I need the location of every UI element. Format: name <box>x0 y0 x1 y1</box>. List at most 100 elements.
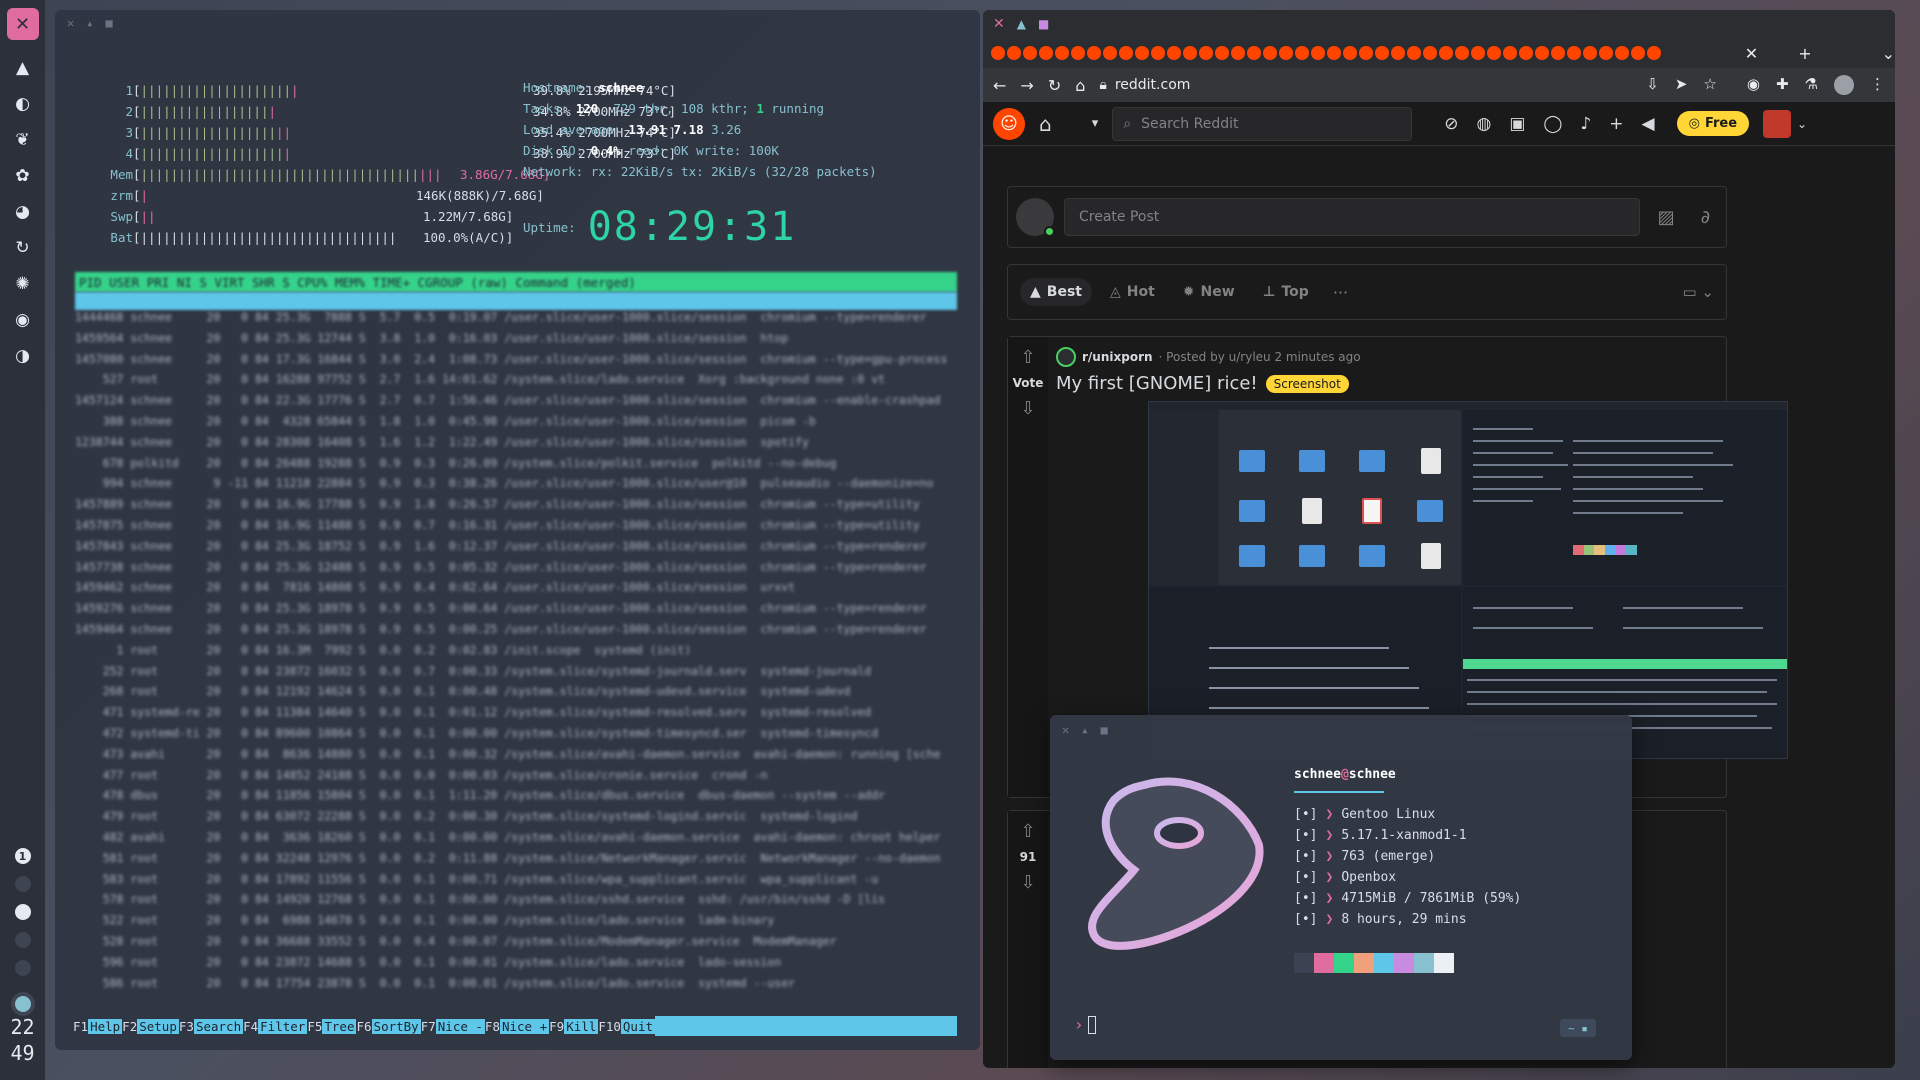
reddit-tab-icon[interactable] <box>1119 46 1133 60</box>
pin-icon[interactable]: ▴ <box>1081 723 1088 737</box>
process-row[interactable]: 1459464 schnee 20 0 84 25.3G 18978 S 0.9… <box>75 622 957 643</box>
reddit-tab-icon[interactable] <box>1023 46 1037 60</box>
subreddit-link[interactable]: r/unixporn <box>1082 350 1153 364</box>
install-icon[interactable]: ⇩ <box>1646 75 1659 95</box>
reddit-tab-icon[interactable] <box>1103 46 1117 60</box>
user-menu[interactable]: ⌄ <box>1763 109 1807 138</box>
process-row[interactable]: 583 root 20 0 84 17892 11556 S 0.0 0.1 0… <box>75 872 957 893</box>
eye-icon[interactable]: ◉ <box>1747 75 1760 95</box>
reddit-tab-icon[interactable] <box>1295 46 1309 60</box>
reddit-tab-icon[interactable] <box>991 46 1005 60</box>
fkey-f10[interactable]: F10 <box>598 1019 621 1034</box>
reddit-tab-icon[interactable] <box>1359 46 1373 60</box>
process-row[interactable]: 471 systemd-re 20 0 84 11384 14640 S 0.0… <box>75 705 957 726</box>
process-row[interactable]: 473 avahi 20 0 84 8636 14880 S 0.0 0.1 0… <box>75 747 957 768</box>
tab-menu-chevron-icon[interactable]: ⌄ <box>1882 44 1895 63</box>
tab-close-icon[interactable]: ✕ <box>1745 44 1758 63</box>
audio-icon[interactable]: ◑ <box>10 343 36 369</box>
reddit-tab-icon[interactable] <box>1567 46 1581 60</box>
process-row[interactable]: 1459462 schnee 20 0 84 7816 14808 S 0.9 … <box>75 580 957 601</box>
fkey-f5[interactable]: F5 <box>307 1019 322 1034</box>
process-row[interactable]: 472 systemd-ti 20 0 84 89600 10864 S 0.0… <box>75 726 957 747</box>
reddit-tab-icon[interactable] <box>1167 46 1181 60</box>
forward-icon[interactable]: → <box>1020 76 1033 95</box>
process-row[interactable]: 1 root 20 0 84 16.3M 7992 S 0.0 0.2 0:02… <box>75 643 957 664</box>
image-upload-icon[interactable]: ▨ <box>1658 207 1675 228</box>
fkey-label[interactable]: Setup <box>137 1018 179 1034</box>
fkey-label[interactable]: Filter <box>258 1018 308 1034</box>
reddit-tab-icon[interactable] <box>1343 46 1357 60</box>
post-title[interactable]: My first [GNOME] rice! Screenshot <box>1056 373 1349 394</box>
leaf-icon[interactable]: ❦ <box>10 127 36 153</box>
link-icon[interactable]: ∂ <box>1701 207 1710 228</box>
fkey-f3[interactable]: F3 <box>179 1019 194 1034</box>
fkey-label[interactable]: Tree <box>322 1018 357 1034</box>
reddit-tab-icon[interactable] <box>1503 46 1517 60</box>
process-row[interactable]: 581 root 20 0 84 32248 12976 S 0.0 0.2 0… <box>75 851 957 872</box>
new-tab-icon[interactable]: + <box>1798 44 1811 63</box>
launcher-logo-icon[interactable]: ✕ <box>6 8 39 40</box>
process-row[interactable]: 479 root 20 0 84 63072 22288 S 0.0 0.2 0… <box>75 809 957 830</box>
process-row[interactable]: 1444468 schnee 20 0 84 25.3G 7888 S 5.7 … <box>75 310 957 331</box>
process-row[interactable]: 1457889 schnee 20 0 84 16.9G 17788 S 0.9… <box>75 497 957 518</box>
post-flair[interactable]: Screenshot <box>1265 374 1349 393</box>
reddit-tab-icon[interactable] <box>1327 46 1341 60</box>
process-list[interactable]: 1444468 schnee 20 0 84 25.3G 7888 S 5.7 … <box>75 310 957 996</box>
workspace-3[interactable] <box>14 904 31 920</box>
lotus-icon[interactable]: ✿ <box>10 163 36 189</box>
create-plus-icon[interactable]: + <box>1609 114 1623 134</box>
fkey-f4[interactable]: F4 <box>243 1019 258 1034</box>
workspace-2[interactable] <box>14 876 31 892</box>
close-icon[interactable]: ✕ <box>993 16 1005 32</box>
process-row[interactable]: 528 root 20 0 84 36688 33552 S 0.0 0.4 0… <box>75 934 957 955</box>
profile-avatar[interactable] <box>1834 75 1854 95</box>
process-row[interactable]: 477 root 20 0 84 14852 24188 S 0.0 0.0 0… <box>75 768 957 789</box>
home-icon[interactable]: ⌂ <box>1039 112 1052 136</box>
maximize-icon[interactable]: ■ <box>1038 17 1049 31</box>
reddit-tab-icon[interactable] <box>1535 46 1549 60</box>
process-row[interactable]: 678 polkitd 20 0 84 26488 19288 S 0.9 0.… <box>75 456 957 477</box>
upvote-icon[interactable]: ⇧ <box>1020 347 1035 368</box>
reddit-tab-icon[interactable] <box>1647 46 1661 60</box>
reddit-tab-icon[interactable] <box>1391 46 1405 60</box>
workspace-5[interactable] <box>14 960 31 976</box>
user-avatar[interactable] <box>1016 198 1055 237</box>
process-row[interactable]: 252 root 20 0 84 23872 16032 S 0.0 0.7 0… <box>75 664 957 685</box>
reddit-tab-icon[interactable] <box>1039 46 1053 60</box>
reddit-tab-icon[interactable] <box>1519 46 1533 60</box>
fkey-label[interactable]: Help <box>88 1018 123 1034</box>
close-icon[interactable]: ✕ <box>67 16 74 30</box>
reddit-tab-icon[interactable] <box>1279 46 1293 60</box>
fkey-f9[interactable]: F9 <box>549 1019 564 1034</box>
process-row[interactable]: 1459276 schnee 20 0 84 25.3G 18978 S 0.9… <box>75 601 957 622</box>
popular-icon[interactable]: ⊘ <box>1444 114 1458 134</box>
bookmark-star-icon[interactable]: ☆ <box>1703 75 1716 95</box>
pin-icon[interactable]: ▲ <box>1017 17 1026 31</box>
process-row[interactable]: 388 schnee 20 0 84 4328 65844 S 1.8 1.0 … <box>75 414 957 435</box>
back-icon[interactable]: ← <box>993 76 1006 95</box>
process-row[interactable]: 1238744 schnee 20 0 84 28308 16408 S 1.6… <box>75 435 957 456</box>
moon-icon[interactable]: ◐ <box>10 91 36 117</box>
reddit-tab-icon[interactable] <box>1615 46 1629 60</box>
fkey-f8[interactable]: F8 <box>485 1019 500 1034</box>
workspace-1[interactable]: 1 <box>14 848 31 864</box>
neofetch-terminal-window[interactable]: ✕ ▴ ■ schnee@schnee [•] ❯ Gentoo Linux [•] ❯… <box>1050 715 1632 1060</box>
send-icon[interactable]: ➤ <box>1675 75 1688 95</box>
fkey-label[interactable]: Kill <box>564 1018 599 1034</box>
process-row[interactable]: 1457080 schnee 20 0 84 17.3G 16844 S 3.0… <box>75 352 957 373</box>
process-row[interactable]: 1459564 schnee 20 0 84 25.3G 12744 S 3.8… <box>75 331 957 352</box>
reddit-tab-icon[interactable] <box>1007 46 1021 60</box>
reddit-tab-icon[interactable] <box>1599 46 1613 60</box>
sort-hot-button[interactable]: ◬ Hot <box>1100 278 1165 306</box>
reddit-tab-icon[interactable] <box>1087 46 1101 60</box>
process-row[interactable]: 527 root 20 0 84 16288 97752 S 2.7 1.6 1… <box>75 372 957 393</box>
reddit-tab-icon[interactable] <box>1215 46 1229 60</box>
flask-icon[interactable]: ⚗ <box>1805 75 1818 95</box>
palette-icon[interactable]: ◕ <box>10 199 36 225</box>
reddit-tab-icon[interactable] <box>1375 46 1389 60</box>
reddit-tab-icon[interactable] <box>1631 46 1645 60</box>
process-table-header[interactable]: PID USER PRI NI S VIRT SHR S CPU% MEM% T… <box>75 272 957 292</box>
advertise-megaphone-icon[interactable]: ◀ <box>1642 114 1655 134</box>
refresh-icon[interactable]: ↻ <box>10 235 36 261</box>
selected-process-row[interactable] <box>75 292 957 310</box>
